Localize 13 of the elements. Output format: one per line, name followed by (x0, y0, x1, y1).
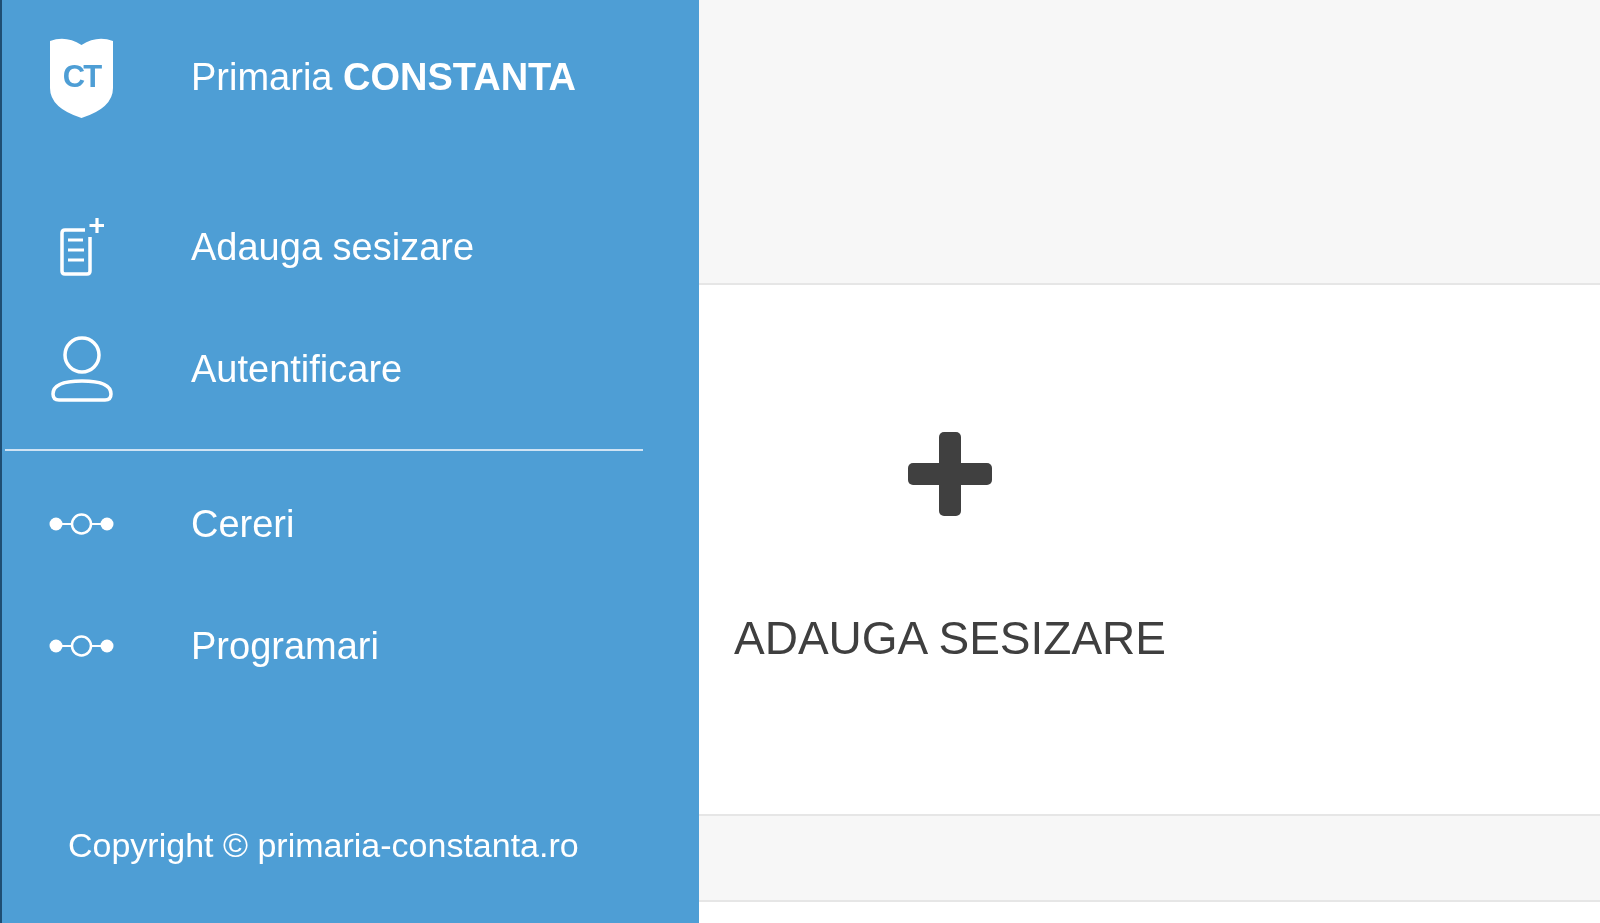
add-report-button[interactable]: ADAUGA SESIZARE (734, 432, 1166, 666)
document-plus-icon (59, 218, 104, 276)
brand-title: Primaria CONSTANTA (191, 55, 576, 100)
nav-item[interactable]: Adauga sesizare (2, 186, 475, 308)
city-logo: CT (49, 36, 114, 118)
copyright-text: Copyright © primaria-constanta.ro (68, 825, 579, 865)
nav-item[interactable]: Cereri (2, 463, 295, 585)
user-icon (49, 336, 114, 402)
nav-item[interactable]: Programari (2, 585, 379, 707)
dots-ring-icon (49, 512, 114, 536)
plus-icon (908, 432, 992, 516)
dots-ring-icon (49, 634, 114, 658)
nav-item[interactable]: Autentificare (2, 308, 403, 430)
